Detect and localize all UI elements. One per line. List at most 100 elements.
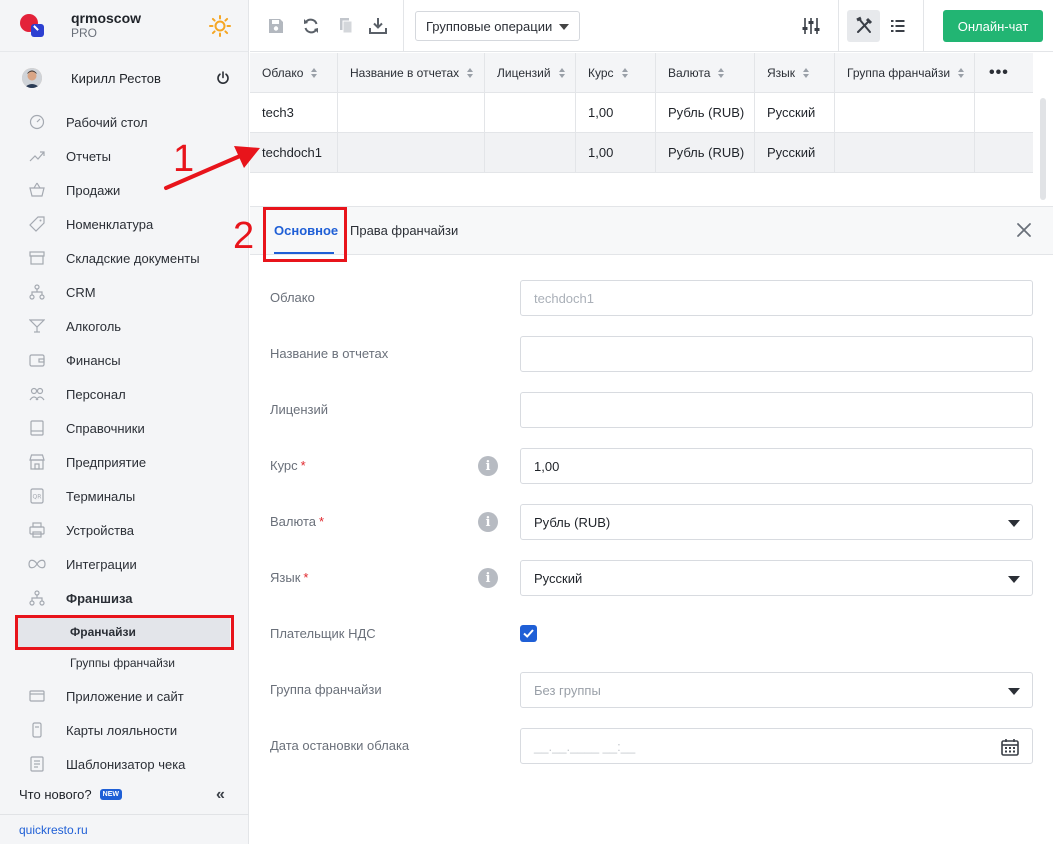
franchise-group-select[interactable]: Без группы: [520, 672, 1033, 708]
table-cell: Рубль (RUB): [656, 133, 755, 172]
site-link[interactable]: quickresto.ru: [0, 814, 249, 844]
stop-date-label: Дата остановки облака: [270, 738, 410, 753]
table-row-selected[interactable]: techdoch1 1,00 Рубль (RUB) Русский: [250, 133, 1033, 173]
sort-icon: [467, 67, 474, 78]
licenses-field[interactable]: [520, 392, 1033, 428]
online-chat-button[interactable]: Онлайн-чат: [943, 10, 1043, 42]
column-header-cloud[interactable]: Облако: [250, 53, 338, 92]
report-name-label: Название в отчетах: [270, 346, 389, 361]
sidebar-item-desktop[interactable]: Рабочий стол: [0, 105, 248, 139]
whats-new-link[interactable]: Что нового? NEW: [0, 780, 249, 808]
sun-theme-icon[interactable]: [208, 14, 232, 38]
avatar[interactable]: [22, 68, 42, 88]
basket-icon: [28, 181, 46, 199]
column-header-rate[interactable]: Курс: [576, 53, 656, 92]
language-select[interactable]: Русский: [520, 560, 1033, 596]
column-header-report-name[interactable]: Название в отчетах: [338, 53, 485, 92]
qr-terminal-icon: QR: [28, 487, 46, 505]
sort-icon: [311, 67, 318, 78]
chevron-down-icon: [1008, 520, 1020, 527]
required-mark: *: [303, 570, 309, 585]
sidebar-item-crm[interactable]: CRM: [0, 275, 248, 309]
sidebar-item-nomenclature[interactable]: Номенклатура: [0, 207, 248, 241]
stop-date-field[interactable]: __.__.____ __:__: [520, 728, 1033, 764]
sort-icon: [558, 67, 565, 78]
detail-tabs: Основное Права франчайзи: [250, 207, 1053, 255]
sidebar-item-integrations[interactable]: Интеграции: [0, 547, 248, 581]
tab-franchise-rights[interactable]: Права франчайзи: [350, 223, 458, 238]
save-icon[interactable]: [266, 16, 286, 36]
sidebar-item-receipt-templates[interactable]: Шаблонизатор чека: [0, 747, 248, 781]
store-icon: [28, 453, 46, 471]
rate-field[interactable]: 1,00: [520, 448, 1033, 484]
vat-checkbox[interactable]: [520, 625, 537, 642]
annotation-number-2: 2: [233, 215, 255, 257]
sidebar-item-warehouse[interactable]: Складские документы: [0, 241, 248, 275]
sidebar-subitem-franchise-groups[interactable]: Группы франчайзи: [0, 647, 248, 679]
calendar-icon[interactable]: [1000, 737, 1020, 757]
table-row[interactable]: tech3 1,00 Рубль (RUB) Русский: [250, 93, 1033, 133]
table-cell: [485, 93, 576, 132]
table-header: Облако Название в отчетах Лицензий Курс …: [250, 53, 1033, 93]
svg-text:QR: QR: [33, 494, 42, 501]
sort-icon: [803, 67, 810, 78]
printer-icon: [28, 521, 46, 539]
info-icon[interactable]: i: [478, 456, 498, 476]
info-icon[interactable]: i: [478, 568, 498, 588]
licenses-label: Лицензий: [270, 402, 328, 417]
power-icon[interactable]: [216, 71, 230, 85]
quickresto-logo-icon: [18, 11, 48, 41]
more-options-icon[interactable]: •••: [975, 53, 1033, 92]
sidebar-item-staff[interactable]: Персонал: [0, 377, 248, 411]
sidebar-item-app-site[interactable]: Приложение и сайт: [0, 679, 248, 713]
receipt-icon: [28, 755, 46, 773]
toolbar-divider: [403, 0, 404, 52]
vat-label: Плательщик НДС: [270, 626, 376, 641]
sidebar-subitem-label: Группы франчайзи: [70, 656, 175, 670]
column-header-language[interactable]: Язык: [755, 53, 835, 92]
form-row-currency: Валюта * i Рубль (RUB): [250, 504, 1053, 540]
franchise-group-label: Группа франчайзи: [270, 682, 382, 697]
close-icon[interactable]: [1015, 221, 1033, 239]
list-view-icon[interactable]: [888, 16, 908, 36]
account-name[interactable]: qrmoscow: [71, 10, 141, 26]
sidebar: qrmoscow PRO Кирилл Рестов Рабочий стол …: [0, 0, 249, 844]
sidebar-item-devices[interactable]: Устройства: [0, 513, 248, 547]
sidebar-item-finance[interactable]: Финансы: [0, 343, 248, 377]
sidebar-item-terminals[interactable]: QR Терминалы: [0, 479, 248, 513]
column-header-franchise-group[interactable]: Группа франчайзи: [835, 53, 975, 92]
report-name-field[interactable]: [520, 336, 1033, 372]
form-row-report-name: Название в отчетах: [250, 336, 1053, 372]
copy-icon[interactable]: [336, 16, 356, 36]
column-settings-icon[interactable]: [801, 16, 821, 36]
currency-label: Валюта *: [270, 514, 325, 529]
download-icon[interactable]: [368, 16, 388, 36]
group-operations-label: Групповые операции: [426, 18, 553, 34]
info-icon[interactable]: i: [478, 512, 498, 532]
app-site-icon: [28, 687, 46, 705]
sidebar-item-enterprise[interactable]: Предприятие: [0, 445, 248, 479]
sidebar-item-directories[interactable]: Справочники: [0, 411, 248, 445]
table-cell: tech3: [250, 93, 338, 132]
franchisee-table: Облако Название в отчетах Лицензий Курс …: [250, 53, 1033, 173]
tools-icon[interactable]: [854, 16, 874, 36]
sidebar-footer: Что нового? NEW « quickresto.ru: [0, 780, 249, 844]
wallet-icon: [28, 351, 46, 369]
sidebar-nav: Рабочий стол Отчеты Продажи Номенклатура…: [0, 105, 248, 781]
refresh-icon[interactable]: [301, 16, 321, 36]
detail-panel: Основное Права франчайзи Облако techdoch…: [250, 206, 1053, 844]
group-operations-select[interactable]: Групповые операции: [415, 11, 580, 41]
sidebar-item-alcohol[interactable]: Алкоголь: [0, 309, 248, 343]
sidebar-item-loyalty-cards[interactable]: Карты лояльности: [0, 713, 248, 747]
currency-select[interactable]: Рубль (RUB): [520, 504, 1033, 540]
collapse-sidebar-icon[interactable]: «: [216, 786, 225, 804]
user-name[interactable]: Кирилл Рестов: [71, 71, 161, 86]
toolbar-divider: [838, 0, 839, 52]
column-header-currency[interactable]: Валюта: [656, 53, 755, 92]
table-scrollbar[interactable]: [1040, 98, 1046, 200]
column-header-licenses[interactable]: Лицензий: [485, 53, 576, 92]
chevron-down-icon: [1008, 576, 1020, 583]
sidebar-item-franchise[interactable]: Франшиза: [0, 581, 248, 615]
form-row-franchise-group: Группа франчайзи Без группы: [250, 672, 1053, 708]
archive-icon: [28, 249, 46, 267]
